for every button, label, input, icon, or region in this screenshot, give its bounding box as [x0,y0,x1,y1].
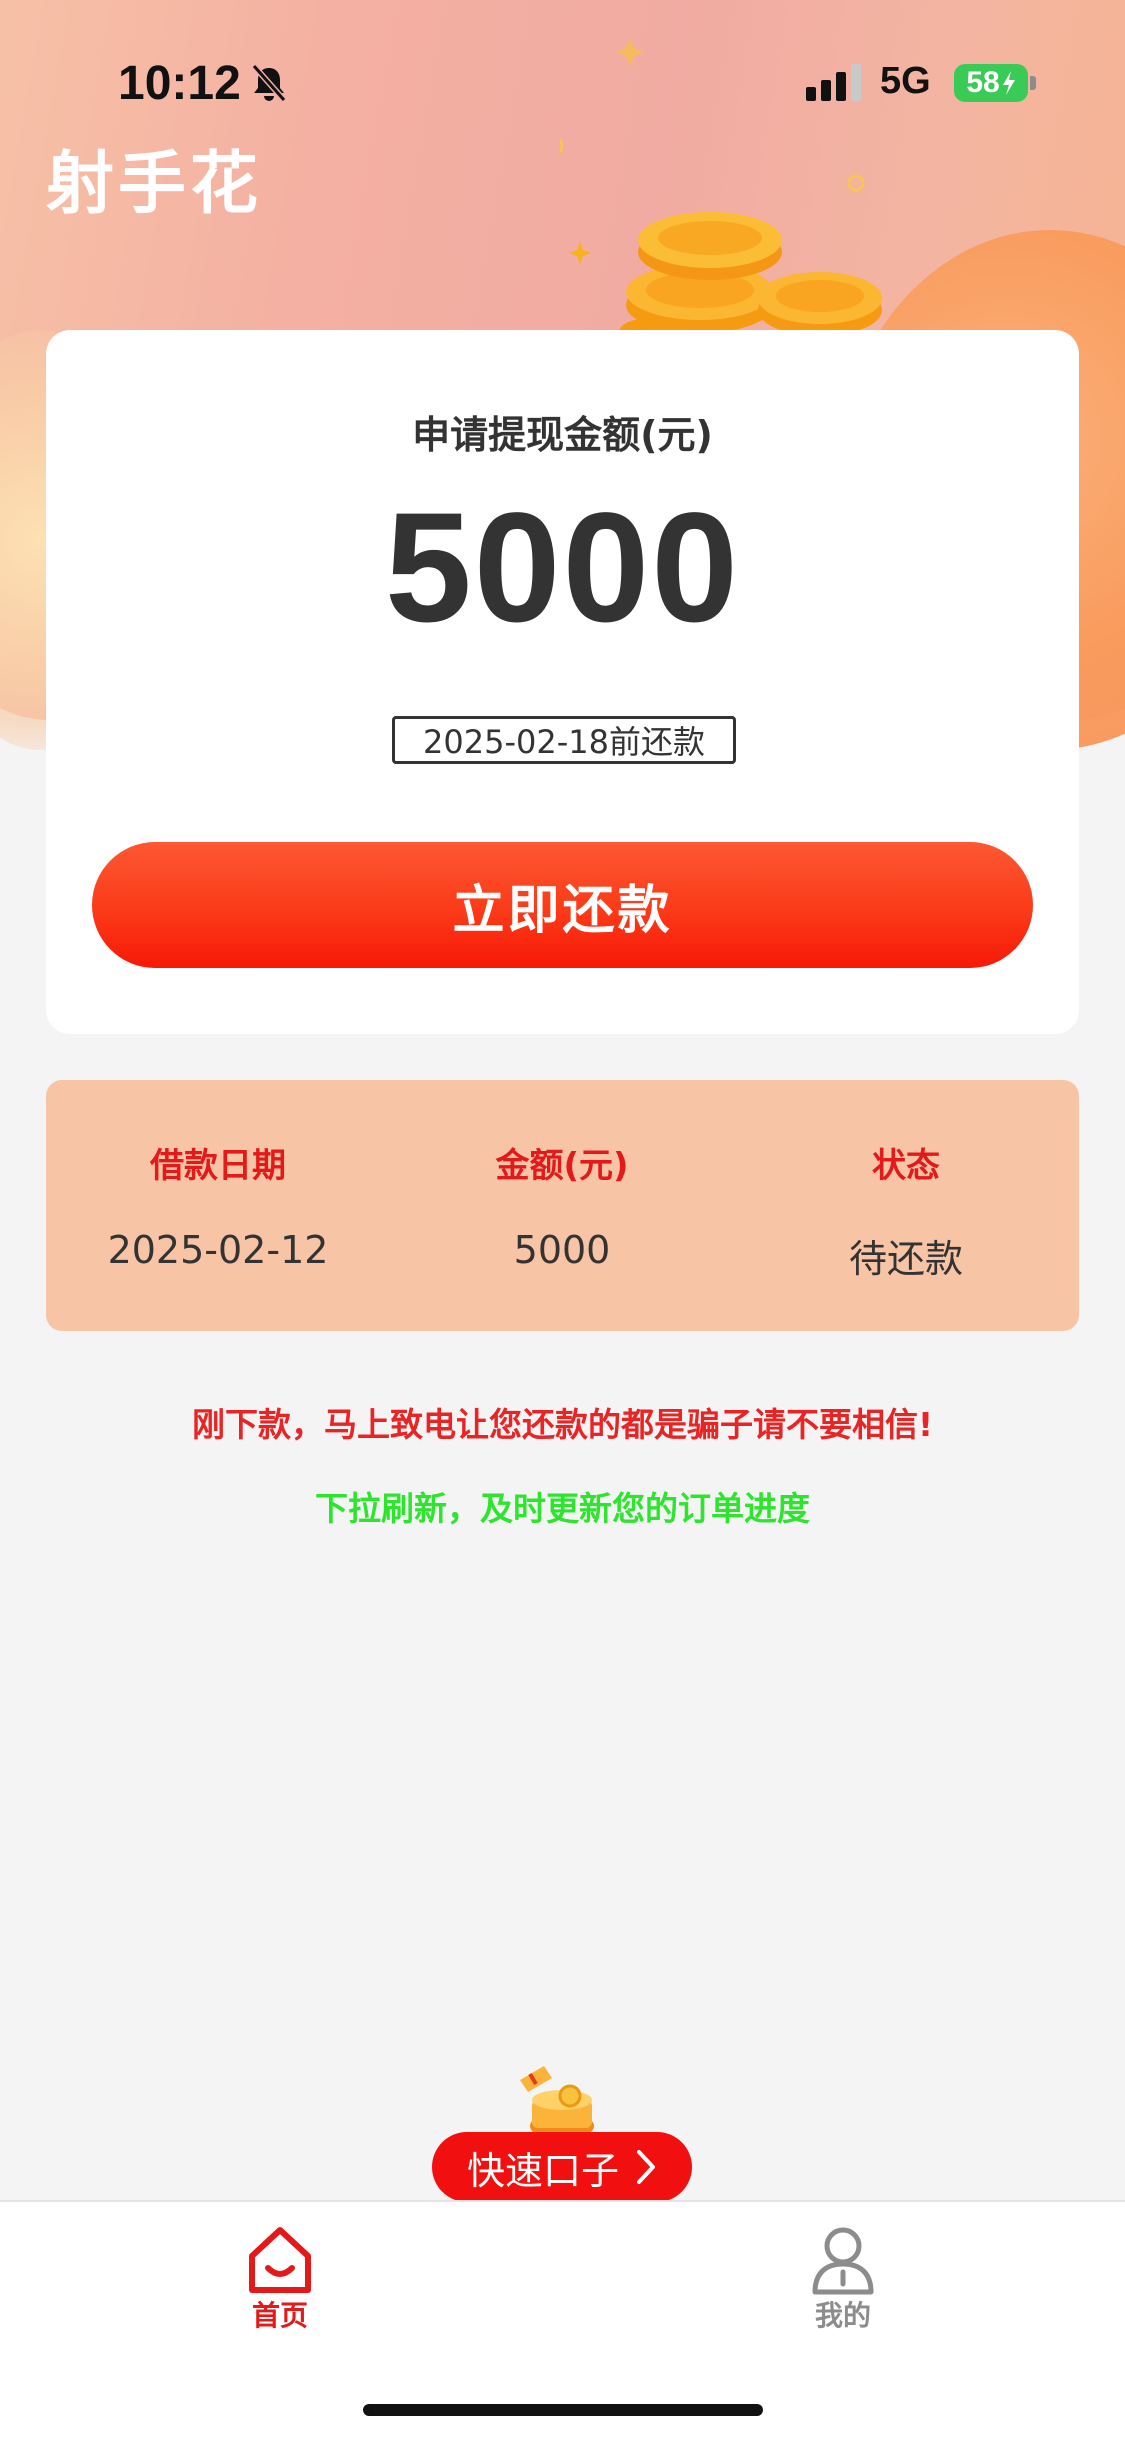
tab-mine[interactable]: 我的 [743,2202,943,2342]
loan-date-header: 借款日期 [150,1146,286,1186]
battery-nub [1030,76,1036,90]
withdraw-card: 申请提现金额(元) 5000 2025-02-18前还款 立即还款 [46,330,1079,1034]
pull-refresh-hint: 下拉刷新，及时更新您的订单进度 [315,1489,810,1528]
battery-level: 58 [966,66,1000,99]
loan-status-header: 状态 [872,1146,940,1186]
withdraw-amount: 5000 [384,481,741,655]
home-icon [249,2227,311,2293]
quick-entry-label: 快速口子 [466,2148,619,2193]
loan-status-value: 待还款 [848,1237,963,1281]
loan-info-panel: 借款日期 2025-02-12 金额(元) 5000 状态 待还款 [46,1080,1079,1331]
quick-entry-button[interactable]: 快速口子 [432,2132,692,2202]
app-title: 射手花 [46,145,263,224]
loan-date-value: 2025-02-12 [107,1228,329,1272]
bell-slash-icon [251,64,287,102]
signal-bars-icon [806,64,861,101]
loan-date-column: 借款日期 2025-02-12 [46,1080,390,1331]
withdraw-amount-label: 申请提现金额(元) [412,413,713,457]
tab-home-label: 首页 [251,2299,308,2332]
tab-home[interactable]: 首页 [180,2202,380,2342]
charging-bolt-icon [1002,71,1015,95]
scam-warning-text: 刚下款，马上致电让您还款的都是骗子请不要相信! [191,1405,934,1444]
status-time: 10:12 [118,57,241,110]
user-icon [812,2227,874,2295]
tab-mine-label: 我的 [814,2299,871,2332]
app-screen: 10:12 5G 58 射手花 申请提现金额(元) 5000 2025-02-1… [0,0,1125,2439]
loan-amount-header: 金额(元) [495,1146,629,1186]
loan-status-column: 状态 待还款 [734,1080,1078,1331]
loan-amount-value: 5000 [513,1228,611,1272]
network-type: 5G [880,60,931,102]
battery-charging-icon: 58 [954,64,1028,102]
loan-amount-column: 金额(元) 5000 [390,1080,734,1331]
due-date-note: 2025-02-18前还款 [392,716,736,764]
chevron-right-icon [637,2150,655,2184]
home-indicator[interactable] [363,2404,763,2416]
repay-now-button[interactable]: 立即还款 [92,842,1033,968]
